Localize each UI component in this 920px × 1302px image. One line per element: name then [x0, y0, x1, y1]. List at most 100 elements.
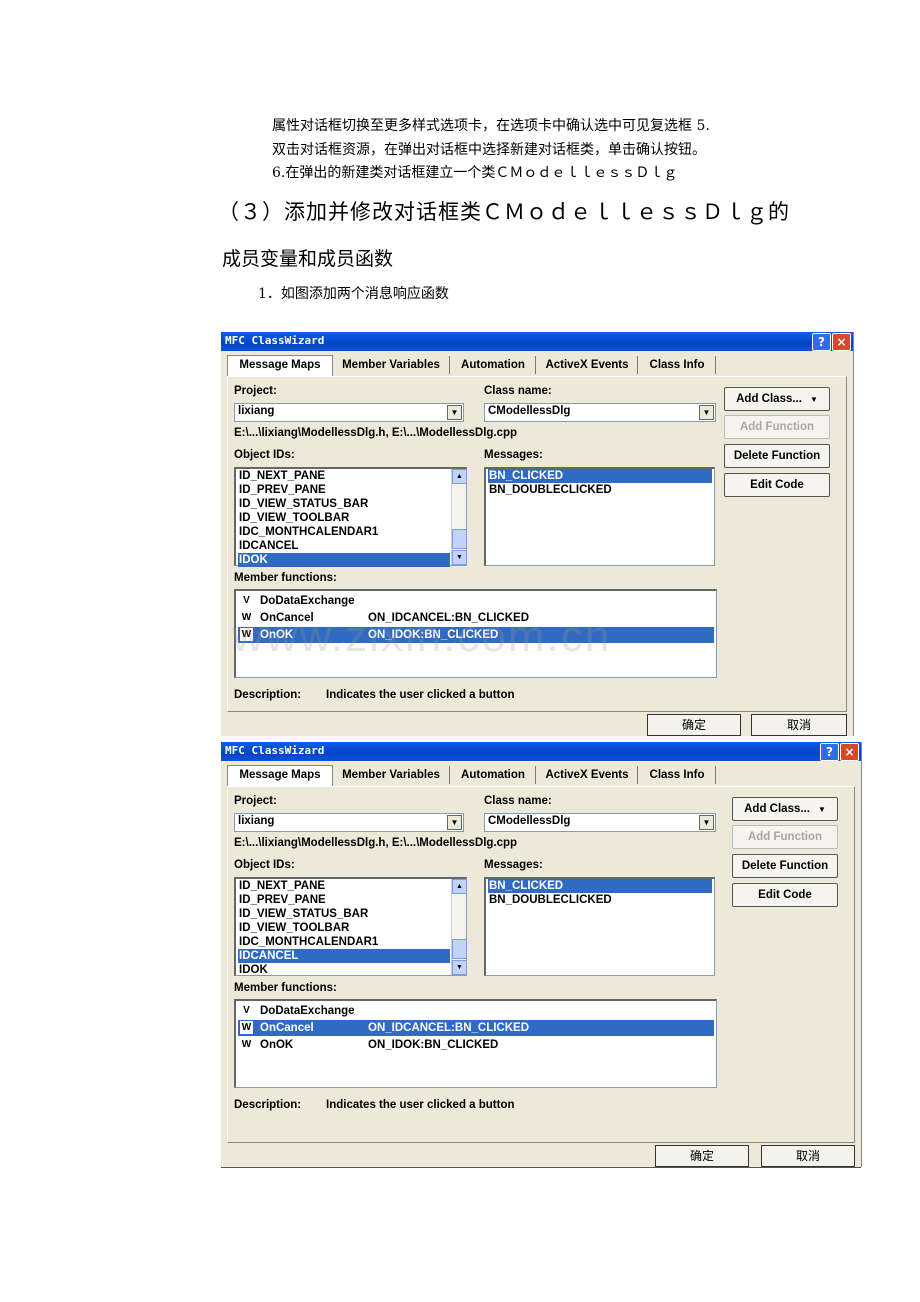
- help-icon[interactable]: ?: [812, 333, 831, 351]
- file-path: E:\...\lixiang\ModellessDlg.h, E:\...\Mo…: [234, 427, 518, 439]
- help-icon[interactable]: ?: [820, 743, 839, 761]
- tab-message-maps[interactable]: Message Maps: [227, 355, 333, 377]
- tab-class-info[interactable]: Class Info: [639, 356, 716, 374]
- add-function-button[interactable]: Add Function: [724, 415, 830, 439]
- member-functions-list[interactable]: V DoDataExchange W OnCancel ON_IDCANCEL:BN_C…: [234, 999, 717, 1088]
- edit-code-button[interactable]: Edit Code: [732, 883, 838, 907]
- close-icon[interactable]: ×: [840, 743, 859, 761]
- object-id-item[interactable]: ID_PREV_PANE: [238, 893, 450, 907]
- add-class-label: Add Class...: [736, 393, 802, 405]
- title-bar[interactable]: MFC ClassWizard? ×: [221, 742, 861, 761]
- object-id-item[interactable]: IDC_MONTHCALENDAR1: [238, 525, 450, 539]
- messages-list[interactable]: BN_CLICKED BN_DOUBLECLICKED: [484, 877, 715, 976]
- object-id-item[interactable]: ID_VIEW_TOOLBAR: [238, 511, 450, 525]
- scroll-thumb[interactable]: [452, 939, 467, 959]
- member-function-row[interactable]: W OnOK ON_IDOK:BN_CLICKED: [238, 1037, 714, 1053]
- object-id-item[interactable]: ID_VIEW_STATUS_BAR: [238, 497, 450, 511]
- ok-button[interactable]: 确定: [655, 1145, 749, 1167]
- cancel-button[interactable]: 取消: [751, 714, 847, 736]
- object-id-item[interactable]: ID_NEXT_PANE: [238, 879, 450, 893]
- object-id-item[interactable]: IDC_MONTHCALENDAR1: [238, 935, 450, 949]
- project-value: lixiang: [238, 405, 275, 417]
- scrollbar[interactable]: ▲ ▼: [451, 469, 467, 565]
- object-id-item[interactable]: ID_NEXT_PANE: [238, 469, 450, 483]
- add-function-button[interactable]: Add Function: [732, 825, 838, 849]
- description-text: Indicates the user clicked a button: [326, 1099, 515, 1111]
- scroll-down-icon[interactable]: ▼: [452, 960, 467, 975]
- dropdown-arrow-icon[interactable]: ▼: [699, 815, 714, 830]
- messages-list[interactable]: BN_CLICKED BN_DOUBLECLICKED: [484, 467, 715, 566]
- object-id-item[interactable]: ID_VIEW_TOOLBAR: [238, 921, 450, 935]
- file-path: E:\...\lixiang\ModellessDlg.h, E:\...\Mo…: [234, 837, 518, 849]
- close-icon[interactable]: ×: [832, 333, 851, 351]
- function-type-badge: V: [243, 595, 250, 606]
- class-name-combo[interactable]: CModellessDlg ▼: [484, 813, 716, 832]
- object-id-item[interactable]: ID_VIEW_STATUS_BAR: [238, 907, 450, 921]
- tab-member-variables[interactable]: Member Variables: [333, 356, 450, 374]
- object-id-item[interactable]: IDCANCEL: [238, 539, 450, 553]
- function-type-badge: W: [241, 1039, 252, 1050]
- messages-label: Messages:: [484, 859, 543, 871]
- class-name-label: Class name:: [484, 795, 552, 807]
- message-item[interactable]: BN_CLICKED: [488, 879, 712, 893]
- scroll-up-icon[interactable]: ▲: [452, 469, 467, 484]
- tab-class-info[interactable]: Class Info: [639, 766, 716, 784]
- description-label: Description:: [234, 1099, 302, 1111]
- object-ids-label: Object IDs:: [234, 449, 295, 461]
- chevron-down-icon: ▼: [809, 395, 818, 404]
- function-name: DoDataExchange: [260, 595, 355, 607]
- tab-activex-events[interactable]: ActiveX Events: [537, 356, 638, 374]
- tab-automation[interactable]: Automation: [451, 766, 536, 784]
- member-function-row[interactable]: V DoDataExchange: [238, 593, 714, 609]
- scrollbar[interactable]: ▲ ▼: [451, 879, 467, 975]
- member-functions-label: Member functions:: [234, 572, 337, 584]
- dropdown-arrow-icon[interactable]: ▼: [699, 405, 714, 420]
- object-id-item[interactable]: ID_PREV_PANE: [238, 483, 450, 497]
- function-type-badge: V: [243, 1005, 250, 1016]
- delete-function-button[interactable]: Delete Function: [732, 854, 838, 878]
- object-id-item[interactable]: IDOK: [238, 553, 450, 567]
- add-class-button[interactable]: Add Class... ▼: [732, 797, 838, 821]
- edit-code-button[interactable]: Edit Code: [724, 473, 830, 497]
- message-item[interactable]: BN_DOUBLECLICKED: [488, 893, 712, 907]
- dialog-title: MFC ClassWizard: [225, 744, 325, 757]
- scroll-up-icon[interactable]: ▲: [452, 879, 467, 894]
- member-functions-label: Member functions:: [234, 982, 337, 994]
- cancel-button[interactable]: 取消: [761, 1145, 855, 1167]
- message-maps-panel: Project: lixiang ▼ Class name: CModellessDlg…: [227, 786, 855, 1143]
- project-combo[interactable]: lixiang ▼: [234, 813, 464, 832]
- class-name-combo[interactable]: CModellessDlg ▼: [484, 403, 716, 422]
- title-bar[interactable]: MFC ClassWizard? ×: [221, 332, 853, 351]
- object-id-item[interactable]: IDOK: [238, 963, 450, 977]
- section-heading: （３）添加并修改对话框类ＣＭｏｄｅｌｌｅｓｓＤｌｇ的: [218, 200, 790, 224]
- classwizard-dialog: MFC ClassWizard? × Message Maps Member Vari…: [221, 332, 854, 736]
- object-ids-list[interactable]: ID_NEXT_PANE ID_PREV_PANE ID_VIEW_STATUS_B…: [234, 467, 467, 567]
- dropdown-arrow-icon[interactable]: ▼: [447, 405, 462, 420]
- scroll-thumb[interactable]: [452, 529, 467, 549]
- tab-message-maps[interactable]: Message Maps: [227, 765, 333, 787]
- message-item[interactable]: BN_CLICKED: [488, 469, 712, 483]
- section-heading-continued: 成员变量和成员函数: [222, 248, 394, 270]
- function-name: DoDataExchange: [260, 1005, 355, 1017]
- message-item[interactable]: BN_DOUBLECLICKED: [488, 483, 712, 497]
- chevron-down-icon: ▼: [817, 805, 826, 814]
- object-id-item[interactable]: IDCANCEL: [238, 949, 450, 963]
- step-item: 1．如图添加两个消息响应函数: [258, 286, 449, 302]
- tab-automation[interactable]: Automation: [451, 356, 536, 374]
- member-function-row[interactable]: V DoDataExchange: [238, 1003, 714, 1019]
- object-ids-label: Object IDs:: [234, 859, 295, 871]
- member-function-row[interactable]: W OnCancel ON_IDCANCEL:BN_CLICKED: [238, 1020, 714, 1036]
- object-ids-list[interactable]: ID_NEXT_PANE ID_PREV_PANE ID_VIEW_STATUS_B…: [234, 877, 467, 976]
- delete-function-button[interactable]: Delete Function: [724, 444, 830, 468]
- scroll-down-icon[interactable]: ▼: [452, 550, 467, 565]
- dialog-title: MFC ClassWizard: [225, 334, 325, 347]
- add-class-button[interactable]: Add Class... ▼: [724, 387, 830, 411]
- dropdown-arrow-icon[interactable]: ▼: [447, 815, 462, 830]
- ok-button[interactable]: 确定: [647, 714, 741, 736]
- tab-member-variables[interactable]: Member Variables: [333, 766, 450, 784]
- tab-activex-events[interactable]: ActiveX Events: [537, 766, 638, 784]
- function-type-badge: W: [240, 1021, 253, 1034]
- messages-label: Messages:: [484, 449, 543, 461]
- project-combo[interactable]: lixiang ▼: [234, 403, 464, 422]
- function-handler: ON_IDCANCEL:BN_CLICKED: [368, 1022, 530, 1034]
